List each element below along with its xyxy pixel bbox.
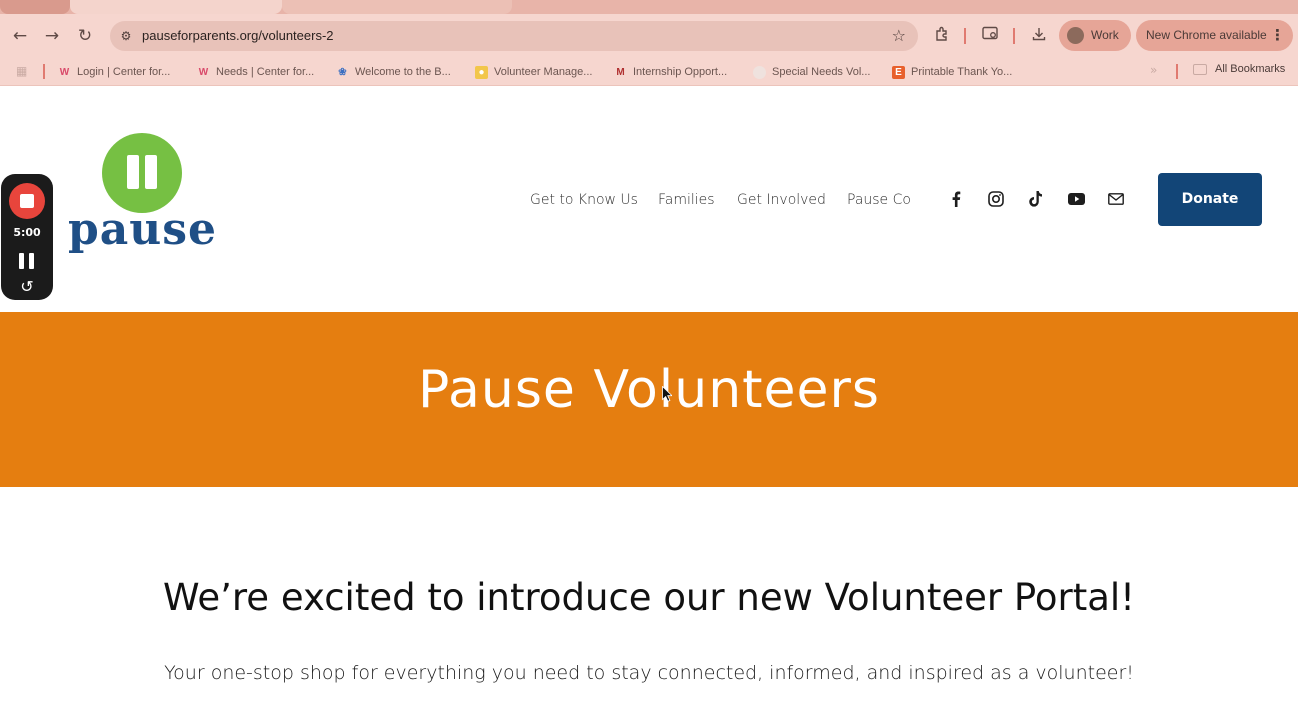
chrome-update-button[interactable]: New Chrome available ⋮ [1136,20,1293,51]
bookmarks-overflow-icon[interactable]: » [1150,63,1157,77]
mouse-cursor-icon [662,386,672,402]
pause-logo-icon [102,133,182,213]
m-logo-icon: M [616,66,625,78]
forward-arrow-icon[interactable]: → [40,24,64,48]
browser-toolbar: ← → ↻ ⚙ pauseforparents.org/volunteers-2… [0,14,1298,58]
bookmark-label: Printable Thank Yo... [911,66,1013,78]
donate-button[interactable]: Donate [1158,173,1262,226]
update-label: New Chrome available [1146,28,1267,42]
more-menu-icon[interactable]: ⋮ [1270,25,1285,45]
apps-grid-icon[interactable]: ▦ [16,64,30,78]
avatar [1067,27,1084,44]
nav-get-to-know-us[interactable]: Get to Know Us [530,190,638,210]
bookmarks-bar: ▦ W Login | Center for... W Needs | Cent… [0,58,1298,86]
extensions-icon[interactable] [932,26,952,46]
instagram-icon[interactable] [985,188,1007,210]
bookmark-label: Welcome to the B... [355,66,451,78]
bookmark-star-icon[interactable]: ☆ [892,26,906,46]
special-needs-icon [753,65,766,79]
nav-get-involved[interactable]: Get Involved [737,190,826,210]
site-logo[interactable]: pause [68,133,216,257]
bookmark-item[interactable]: E Printable Thank Yo... [892,63,1012,81]
center-for-logo-icon: W [59,66,70,78]
bookmarks-divider [1176,64,1178,79]
browser-tab[interactable] [0,0,70,14]
intro-heading: We’re excited to introduce our new Volun… [162,576,1136,619]
email-icon[interactable] [1105,188,1127,210]
site-info-icon[interactable]: ⚙ [117,27,135,45]
bookmark-label: Special Needs Vol... [772,66,871,78]
page-title: Pause Volunteers [417,360,880,420]
bookmark-item[interactable]: M Internship Opport... [614,63,727,81]
restart-icon[interactable]: ↺ [17,277,37,297]
back-arrow-icon[interactable]: ← [8,24,32,48]
bookmark-item[interactable]: ● Volunteer Manage... [475,63,592,81]
youtube-icon[interactable] [1065,188,1087,210]
download-icon[interactable] [1029,26,1049,46]
screen-recorder-widget: 5:00 ↺ [1,174,53,300]
site-header: pause Get to Know Us Families Get Involv… [0,87,1298,312]
bookmark-label: Internship Opport... [633,66,728,78]
bookmarks-divider [43,64,45,79]
url-text[interactable]: pauseforparents.org/volunteers-2 [142,27,334,45]
profile-label: Work [1091,28,1119,42]
butterfly-icon: ❀ [338,66,347,78]
pause-recording-button[interactable] [18,253,36,269]
intro-text: Your one-stop shop for everything you ne… [164,662,1134,684]
logo-wordmark: pause [68,204,218,255]
center-for-logo-icon: W [198,66,209,78]
tab-search-icon[interactable] [980,26,1000,46]
profile-button[interactable]: Work [1059,20,1131,51]
stop-recording-button[interactable] [9,183,45,219]
hero-banner: Pause Volunteers [0,312,1298,487]
bookmark-item[interactable]: W Needs | Center for... [197,63,314,81]
browser-tab[interactable] [282,0,512,14]
stop-icon [20,194,34,208]
bookmark-item[interactable]: Special Needs Vol... [753,63,870,81]
toolbar-divider [964,28,966,44]
bookmark-label: Needs | Center for... [216,66,315,78]
tiktok-icon[interactable] [1025,188,1047,210]
browser-tab-active[interactable] [70,0,282,14]
address-bar[interactable]: ⚙ pauseforparents.org/volunteers-2 ☆ [110,21,918,51]
facebook-icon[interactable] [945,188,967,210]
nav-pause-co[interactable]: Pause Co [847,190,911,210]
pause-icon [19,253,24,269]
pause-icon [29,253,34,269]
reload-icon[interactable]: ↻ [73,24,97,48]
all-bookmarks-button[interactable]: All Bookmarks [1193,63,1285,75]
etsy-icon: E [892,65,905,79]
bookmark-label: Volunteer Manage... [494,66,593,78]
folder-icon [1193,63,1207,75]
volunteer-manager-icon: ● [475,65,488,79]
nav-families[interactable]: Families [658,190,715,210]
bookmark-item[interactable]: W Login | Center for... [58,63,171,81]
logo-bar [145,155,157,189]
toolbar-divider [1013,28,1015,44]
bookmark-label: Login | Center for... [77,66,171,78]
tab-strip [0,0,1298,14]
logo-bar [127,155,139,189]
all-bookmarks-label: All Bookmarks [1215,63,1286,75]
recording-timer: 5:00 [13,226,41,239]
bookmark-item[interactable]: ❀ Welcome to the B... [336,63,451,81]
